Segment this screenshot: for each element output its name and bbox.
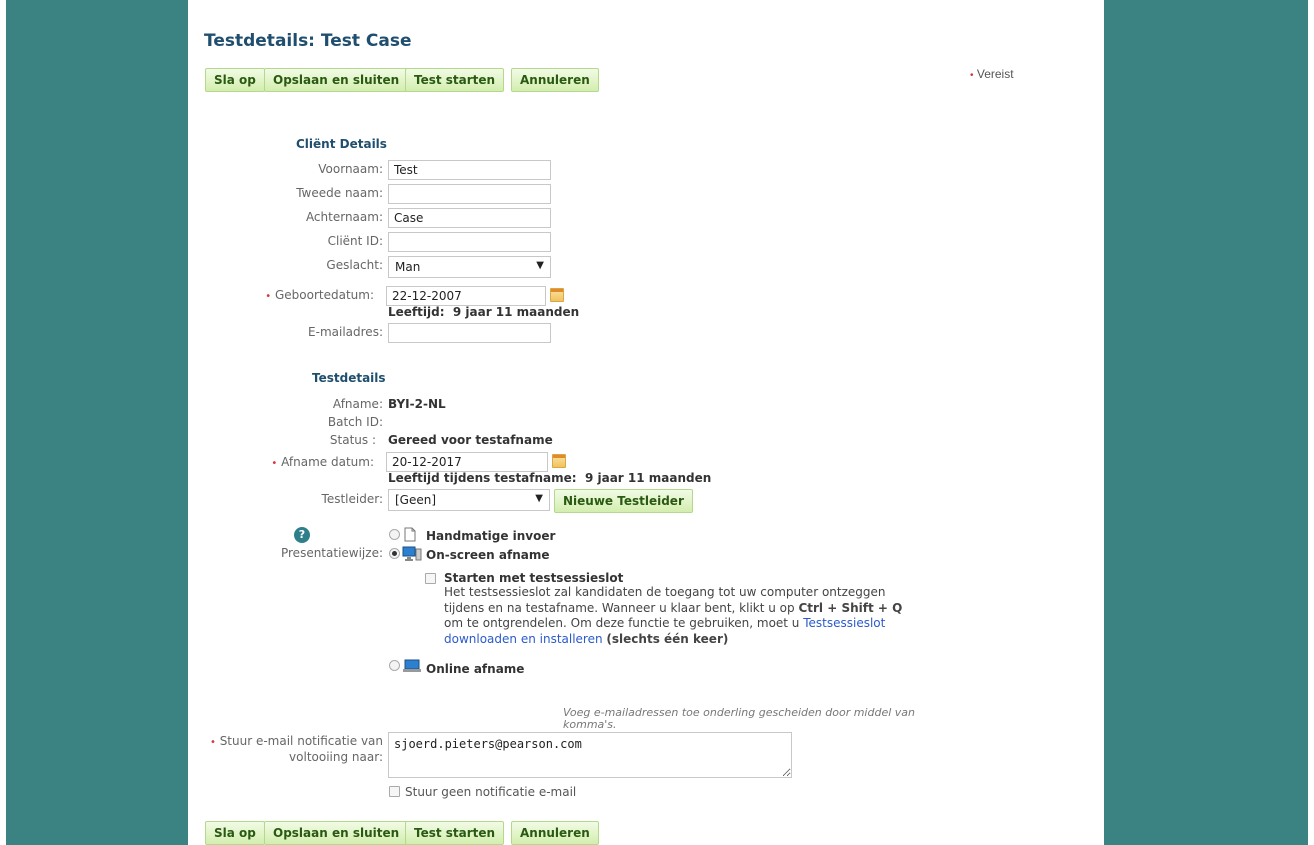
document-icon	[404, 527, 416, 542]
afname-date-field[interactable]: 20-12-2017	[386, 452, 548, 472]
online-radio[interactable]	[389, 660, 400, 671]
new-testleader-button[interactable]: Nieuwe Testleider	[554, 489, 693, 513]
email-hint-line-2: komma's.	[563, 718, 617, 731]
dob-label: • Geboortedatum:	[174, 288, 374, 302]
test-details-heading: Testdetails	[312, 371, 386, 385]
afname-date-label-text: Afname datum:	[281, 455, 374, 469]
age-label: Leeftijd:	[388, 305, 445, 319]
first-name-label: Voornaam:	[318, 162, 383, 176]
status-label: Status :	[329, 433, 376, 447]
lock-keys: Ctrl + Shift + Q	[798, 600, 903, 615]
client-id-field[interactable]	[388, 232, 551, 252]
page-title: Testdetails: Test Case	[204, 31, 412, 51]
age-value: 9 jaar 11 maanden	[452, 305, 580, 319]
afname-label: Afname:	[332, 397, 383, 411]
gender-select[interactable]: Man ▼	[388, 256, 551, 278]
lock-line-3: om te ontgrendelen. Om deze functie te g…	[444, 616, 804, 630]
calendar-icon[interactable]	[550, 288, 564, 302]
start-test-button[interactable]: Test starten	[405, 68, 505, 92]
lock-download-link-2[interactable]: downloaden en installeren	[444, 632, 603, 646]
age-at-test-value: 9 jaar 11 maanden	[584, 471, 712, 485]
save-close-button[interactable]: Opslaan en sluiten	[264, 68, 409, 92]
testleader-label: Testleider:	[321, 492, 383, 506]
notify-email-textarea[interactable]: sjoerd.pieters@pearson.com	[388, 732, 792, 778]
lock-description: Het testsessieslot zal kandidaten de toe…	[444, 585, 924, 647]
gender-label: Geslacht:	[326, 258, 383, 272]
email-field[interactable]	[388, 323, 551, 343]
no-notify-checkbox[interactable]	[389, 786, 400, 797]
start-test-button[interactable]: Test starten	[405, 821, 505, 845]
cancel-button[interactable]: Annuleren	[511, 821, 599, 845]
client-id-label: Cliënt ID:	[327, 234, 383, 248]
manual-entry-label: Handmatige invoer	[426, 529, 556, 543]
save-button[interactable]: Sla op	[205, 68, 265, 92]
required-star: •	[271, 458, 278, 469]
help-icon[interactable]: ?	[294, 527, 310, 543]
required-note-text: Vereist	[976, 67, 1014, 81]
chevron-down-icon: ▼	[535, 493, 543, 504]
required-star: •	[970, 70, 974, 81]
dob-field[interactable]: 22-12-2007	[386, 286, 546, 306]
calendar-icon[interactable]	[552, 454, 566, 468]
dob-label-text: Geboortedatum:	[274, 288, 374, 302]
last-name-field[interactable]: Case	[388, 208, 551, 228]
save-close-button[interactable]: Opslaan en sluiten	[264, 821, 409, 845]
lock-once: (slechts één keer)	[606, 631, 729, 646]
left-side-panel	[6, 0, 188, 845]
first-name-field[interactable]: Test	[388, 160, 551, 180]
onscreen-radio[interactable]	[389, 548, 400, 559]
age-at-test-label: Leeftijd tijdens testafname:	[388, 471, 577, 485]
required-star: •	[209, 737, 216, 748]
batch-id-label: Batch ID:	[327, 415, 383, 429]
lock-download-link-1[interactable]: Testsessieslot	[803, 616, 885, 630]
onscreen-label: On-screen afname	[426, 548, 550, 562]
age-at-test-text: Leeftijd tijdens testafname: 9 jaar 11 m…	[388, 471, 711, 485]
gender-select-value: Man	[395, 260, 421, 274]
notify-label-line-1: Stuur e-mail notificatie van	[219, 734, 383, 748]
right-edge	[1308, 0, 1314, 845]
notify-label-line-2: voltooiing naar:	[289, 750, 383, 764]
lock-title: Starten met testsessieslot	[444, 571, 624, 585]
lock-line-2: tijdens en na testafname. Wanneer u klaa…	[444, 600, 799, 615]
middle-name-label: Tweede naam:	[296, 186, 383, 200]
client-details-heading: Cliënt Details	[296, 137, 387, 151]
lock-line-1: Het testsessieslot zal kandidaten de toe…	[444, 585, 886, 599]
last-name-label: Achternaam:	[305, 210, 383, 224]
status-value: Gereed voor testafname	[388, 433, 553, 447]
save-button[interactable]: Sla op	[205, 821, 265, 845]
email-hint: Voeg e-mailadressen toe onderling gesche…	[563, 707, 915, 731]
presentation-label: Presentatiewijze:	[280, 546, 383, 560]
notify-label: • Stuur e-mail notificatie van voltooiin…	[183, 734, 383, 765]
afname-value: BYI-2-NL	[388, 397, 446, 411]
email-label: E-mailadres:	[308, 325, 383, 339]
chevron-down-icon: ▼	[536, 260, 544, 271]
afname-date-label: • Afname datum:	[174, 455, 374, 469]
laptop-icon	[403, 659, 421, 672]
right-side-panel	[1104, 0, 1308, 845]
age-text: Leeftijd: 9 jaar 11 maanden	[388, 305, 579, 319]
online-label: Online afname	[426, 662, 525, 676]
manual-entry-radio[interactable]	[389, 529, 400, 540]
lock-checkbox[interactable]	[425, 573, 436, 584]
testleader-select[interactable]: [Geen] ▼	[388, 489, 550, 511]
no-notify-label: Stuur geen notificatie e-mail	[405, 785, 577, 799]
computer-icon	[402, 546, 422, 561]
testleader-select-value: [Geen]	[395, 493, 437, 507]
required-star: •	[265, 291, 272, 302]
cancel-button[interactable]: Annuleren	[511, 68, 599, 92]
middle-name-field[interactable]	[388, 184, 551, 204]
required-note: • Vereist	[970, 67, 1014, 81]
